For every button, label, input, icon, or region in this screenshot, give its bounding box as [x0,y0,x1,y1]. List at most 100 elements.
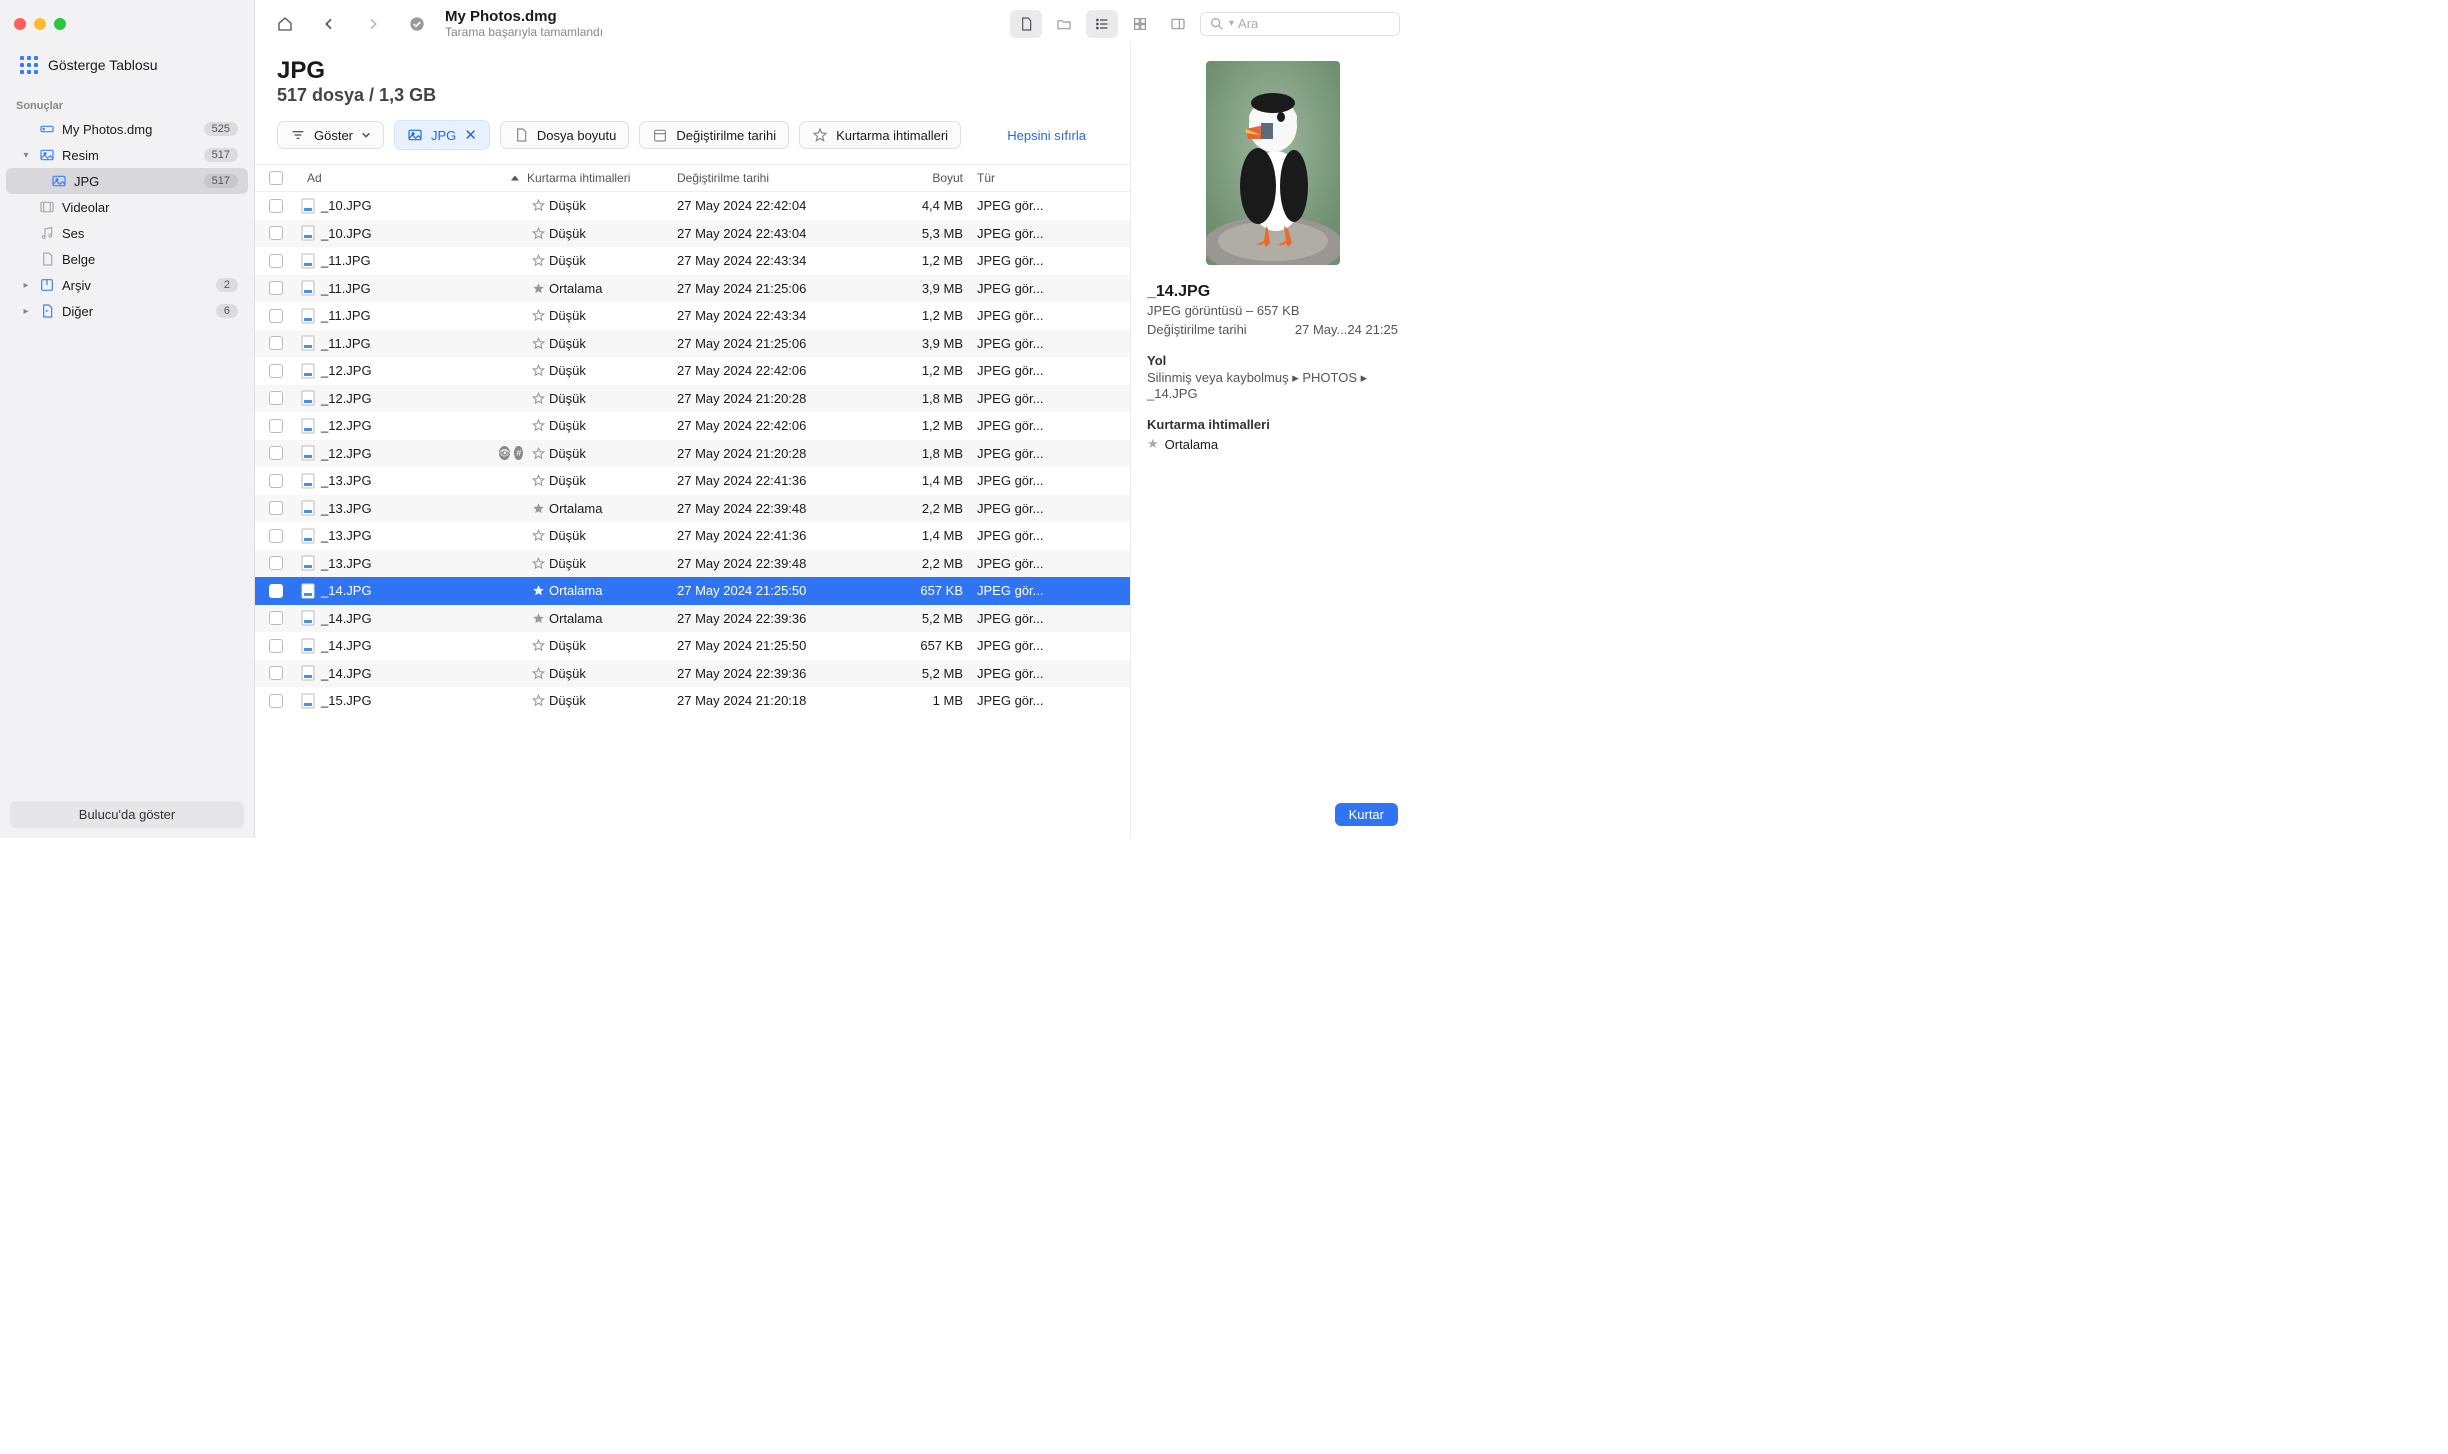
row-checkbox[interactable] [269,584,283,598]
row-checkbox[interactable] [269,694,283,708]
view-file-button[interactable] [1010,10,1042,38]
sidebar-item-belge[interactable]: Belge [6,246,248,272]
file-name: _12.JPG [319,363,499,378]
column-name[interactable]: Ad [297,171,527,185]
forward-button[interactable] [357,10,389,38]
star-icon [527,529,549,542]
row-checkbox[interactable] [269,364,283,378]
view-grid-button[interactable] [1124,10,1156,38]
file-name: _13.JPG [319,528,499,543]
minimize-window-button[interactable] [34,18,46,30]
filter-active-tag[interactable]: JPG ✕ [394,120,490,150]
row-checkbox[interactable] [269,199,283,213]
search-input[interactable]: ▾ Ara [1200,12,1400,36]
sidebar-item-diğer[interactable]: ▸Diğer6 [6,298,248,324]
row-checkbox[interactable] [269,556,283,570]
column-date[interactable]: Değiştirilme tarihi [677,171,877,185]
table-row[interactable]: _11.JPG Düşük 27 May 2024 22:43:34 1,2 M… [255,247,1130,275]
table-row[interactable]: _14.JPG Ortalama 27 May 2024 22:39:36 5,… [255,605,1130,633]
page-title: JPG [277,57,1130,85]
file-type: JPEG gör... [977,198,1130,213]
row-checkbox[interactable] [269,309,283,323]
row-checkbox[interactable] [269,281,283,295]
select-all-checkbox[interactable] [269,171,283,185]
filter-show-dropdown[interactable]: Göster [277,121,384,149]
table-row[interactable]: _13.JPG Ortalama 27 May 2024 22:39:48 2,… [255,495,1130,523]
sidebar-item-arşiv[interactable]: ▸Arşiv2 [6,272,248,298]
recover-button[interactable]: Kurtar [1335,803,1398,826]
table-row[interactable]: _11.JPG Düşük 27 May 2024 22:43:34 1,2 M… [255,302,1130,330]
view-folder-button[interactable] [1048,10,1080,38]
table-row[interactable]: _10.JPG Düşük 27 May 2024 22:43:04 5,3 M… [255,220,1130,248]
file-size: 3,9 MB [877,336,977,351]
row-checkbox[interactable] [269,474,283,488]
file-size: 657 KB [877,638,977,653]
modified-date: 27 May 2024 21:25:50 [677,638,877,653]
table-row[interactable]: _14.JPG Düşük 27 May 2024 22:39:36 5,2 M… [255,660,1130,688]
row-checkbox[interactable] [269,446,283,460]
reveal-in-finder-button[interactable]: Bulucu'da göster [10,801,244,828]
sidebar-item-label: My Photos.dmg [62,122,198,137]
filter-date-button[interactable]: Değiştirilme tarihi [639,121,789,149]
sidebar-item-videolar[interactable]: Videolar [6,194,248,220]
video-icon [38,199,56,215]
preview-date-label: Değiştirilme tarihi [1147,322,1247,337]
table-row[interactable]: _12.JPG Düşük 27 May 2024 22:42:06 1,2 M… [255,357,1130,385]
table-row[interactable]: _12.JPG Düşük 27 May 2024 21:20:28 1,8 M… [255,385,1130,413]
column-probability[interactable]: Kurtarma ihtimalleri [527,171,677,185]
row-checkbox[interactable] [269,611,283,625]
sidebar-item-label: Resim [62,148,198,163]
filter-probability-button[interactable]: Kurtarma ihtimalleri [799,121,961,149]
view-sidebar-button[interactable] [1162,10,1194,38]
file-thumb-icon [297,335,319,351]
file-thumb-icon [297,390,319,406]
row-checkbox[interactable] [269,336,283,350]
row-checkbox[interactable] [269,501,283,515]
remove-filter-icon[interactable]: ✕ [464,126,477,144]
table-row[interactable]: _12.JPG 👁# Düşük 27 May 2024 21:20:28 1,… [255,440,1130,468]
dashboard-link[interactable]: Gösterge Tablosu [10,48,244,82]
row-checkbox[interactable] [269,666,283,680]
table-row[interactable]: _13.JPG Düşük 27 May 2024 22:41:36 1,4 M… [255,522,1130,550]
view-list-button[interactable] [1086,10,1118,38]
maximize-window-button[interactable] [54,18,66,30]
sidebar-item-my-photos.dmg[interactable]: My Photos.dmg525 [6,116,248,142]
table-row[interactable]: _13.JPG Düşük 27 May 2024 22:41:36 1,4 M… [255,467,1130,495]
table-row[interactable]: _11.JPG Düşük 27 May 2024 21:25:06 3,9 M… [255,330,1130,358]
table-row[interactable]: _12.JPG Düşük 27 May 2024 22:42:06 1,2 M… [255,412,1130,440]
reset-filters-link[interactable]: Hepsini sıfırla [1007,128,1108,143]
modified-date: 27 May 2024 22:39:48 [677,556,877,571]
modified-date: 27 May 2024 22:39:48 [677,501,877,516]
preview-path: Silinmiş veya kaybolmuş ▸ PHOTOS ▸ _14.J… [1147,368,1398,403]
drive-icon [38,121,56,137]
file-type: JPEG gör... [977,308,1130,323]
file-name: _14.JPG [319,638,499,653]
star-icon [527,337,549,350]
table-row[interactable]: _14.JPG Ortalama 27 May 2024 21:25:50 65… [255,577,1130,605]
row-checkbox[interactable] [269,254,283,268]
table-row[interactable]: _10.JPG Düşük 27 May 2024 22:42:04 4,4 M… [255,192,1130,220]
column-type[interactable]: Tür [977,171,1130,185]
recovery-probability: Düşük [549,638,677,653]
table-row[interactable]: _11.JPG Ortalama 27 May 2024 21:25:06 3,… [255,275,1130,303]
sidebar-item-resim[interactable]: ▾Resim517 [6,142,248,168]
back-button[interactable] [313,10,345,38]
sidebar-item-ses[interactable]: Ses [6,220,248,246]
close-window-button[interactable] [14,18,26,30]
row-checkbox[interactable] [269,391,283,405]
table-row[interactable]: _15.JPG Düşük 27 May 2024 21:20:18 1 MB … [255,687,1130,715]
column-size[interactable]: Boyut [877,171,977,185]
table-row[interactable]: _13.JPG Düşük 27 May 2024 22:39:48 2,2 M… [255,550,1130,578]
sidebar-item-jpg[interactable]: JPG517 [6,168,248,194]
table-row[interactable]: _14.JPG Düşük 27 May 2024 21:25:50 657 K… [255,632,1130,660]
filter-size-button[interactable]: Dosya boyutu [500,121,630,149]
modified-date: 27 May 2024 22:43:34 [677,308,877,323]
row-checkbox[interactable] [269,226,283,240]
row-checkbox[interactable] [269,639,283,653]
row-checkbox[interactable] [269,529,283,543]
modified-date: 27 May 2024 22:42:04 [677,198,877,213]
file-thumb-icon [297,225,319,241]
row-checkbox[interactable] [269,419,283,433]
home-button[interactable] [269,10,301,38]
sidebar: Gösterge Tablosu Sonuçlar My Photos.dmg5… [0,0,255,838]
